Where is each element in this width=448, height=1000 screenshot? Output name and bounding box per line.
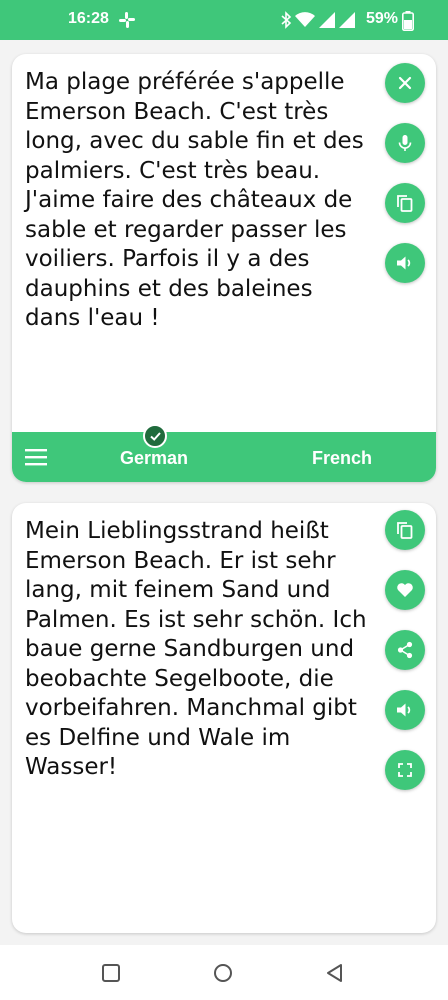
signal-icon <box>339 12 355 28</box>
share-button[interactable] <box>385 630 425 670</box>
copy-icon <box>397 195 413 212</box>
speaker-icon <box>397 256 411 270</box>
status-bar: 16:28 59% <box>0 0 448 40</box>
translation-text: Mein Lieblingsstrand heißt Emerson Beach… <box>25 518 367 780</box>
wifi-icon <box>295 12 315 27</box>
menu-icon[interactable] <box>24 446 48 468</box>
signal-icon <box>319 12 335 28</box>
heart-icon <box>397 583 413 597</box>
target-language-button[interactable]: French <box>312 448 372 469</box>
home-icon[interactable] <box>212 962 234 984</box>
close-icon <box>398 76 412 90</box>
slack-icon <box>119 12 135 28</box>
system-icons <box>280 10 356 30</box>
language-bar: German French <box>12 424 436 482</box>
check-icon <box>143 424 167 448</box>
speaker-icon <box>397 703 411 717</box>
microphone-icon <box>398 135 412 151</box>
fullscreen-icon <box>398 763 412 777</box>
source-text-card: Ma plage préférée s'appelle Emerson Beac… <box>12 54 436 482</box>
status-time: 16:28 <box>68 10 109 27</box>
bluetooth-icon <box>281 11 292 29</box>
voice-input-button[interactable] <box>385 123 425 163</box>
speak-source-button[interactable] <box>385 243 425 283</box>
recents-icon[interactable] <box>100 962 122 984</box>
speak-translation-button[interactable] <box>385 690 425 730</box>
source-language-button[interactable]: German <box>120 448 188 469</box>
navigation-bar <box>0 945 448 1000</box>
copy-translation-button[interactable] <box>385 510 425 550</box>
translation-card: Mein Lieblingsstrand heißt Emerson Beach… <box>12 503 436 933</box>
favorite-button[interactable] <box>385 570 425 610</box>
source-text[interactable]: Ma plage préférée s'appelle Emerson Beac… <box>25 68 375 334</box>
battery-percent: 59% <box>366 10 399 27</box>
fullscreen-button[interactable] <box>385 750 425 790</box>
battery-icon <box>402 11 414 31</box>
copy-icon <box>397 522 413 539</box>
clear-button[interactable] <box>385 63 425 103</box>
share-icon <box>397 641 413 659</box>
back-icon[interactable] <box>324 962 346 984</box>
copy-source-button[interactable] <box>385 183 425 223</box>
